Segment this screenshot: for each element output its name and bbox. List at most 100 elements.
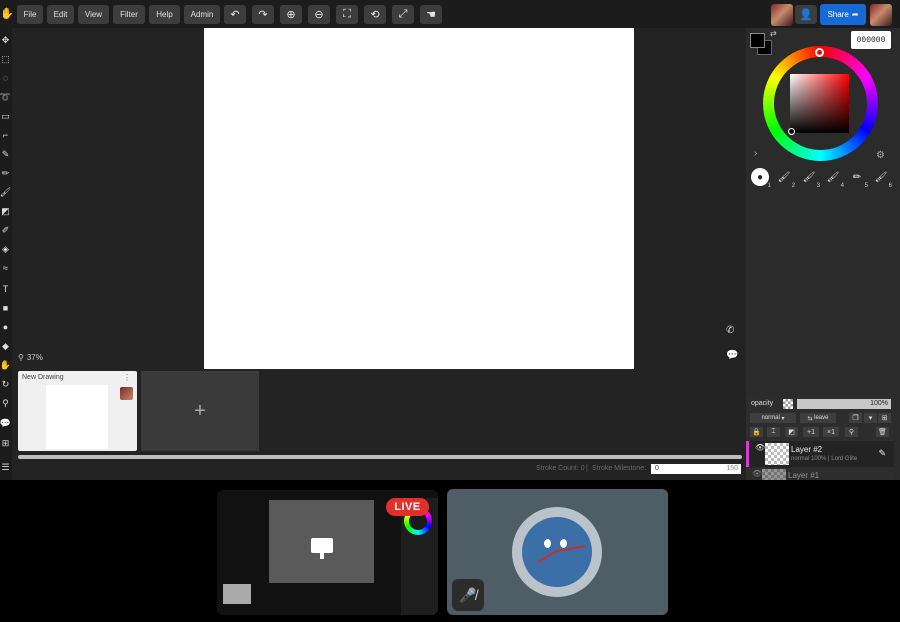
brush-preset-2[interactable]: 🖌 2 xyxy=(775,168,795,190)
crop-icon[interactable]: ▭ xyxy=(0,109,11,123)
eye-icon[interactable]: 👁 xyxy=(755,443,765,452)
move-tool-icon[interactable]: ✥ xyxy=(0,33,11,47)
zoom-indicator[interactable]: ⚲ 37% xyxy=(18,353,43,362)
lock-layer-icon[interactable]: 🔒 xyxy=(750,427,763,437)
ellipse-shape-icon[interactable]: ● xyxy=(0,320,11,334)
edit-menu[interactable]: Edit xyxy=(47,5,74,24)
gradient-icon[interactable]: ≈ xyxy=(0,261,11,275)
chat-icon[interactable]: 💬 xyxy=(726,350,740,364)
help-menu[interactable]: Help xyxy=(149,5,180,24)
rectangle-shape-icon[interactable]: ■ xyxy=(0,301,11,315)
clip-layer-icon[interactable]: ⌶ xyxy=(767,427,780,437)
pencil-icon[interactable]: ✏ xyxy=(0,166,11,180)
ellipse-select-icon[interactable]: ◌ xyxy=(0,71,11,85)
blend-mode-select[interactable]: normal ▾ xyxy=(750,413,796,423)
fullscreen-icon[interactable]: ⤢ xyxy=(392,5,414,24)
layer-thumbnail xyxy=(762,469,786,480)
phone-icon[interactable]: ✆ xyxy=(726,325,740,339)
search-layers-icon[interactable]: ⚲ xyxy=(845,427,858,437)
rotate-icon[interactable]: ⟲ xyxy=(364,5,386,24)
chevron-right-icon[interactable]: › xyxy=(754,148,757,159)
zoom-in-icon[interactable]: ⊕ xyxy=(280,5,302,24)
layer-meta: normal 100% | Lord Glite xyxy=(791,456,858,462)
hand-tool-icon[interactable]: ☚ xyxy=(420,5,442,24)
zoom-out-icon[interactable]: ⊖ xyxy=(308,5,330,24)
share-button[interactable]: Share ➦ xyxy=(820,4,866,25)
comment-icon[interactable]: 💬 xyxy=(0,416,11,430)
rotate-view-icon[interactable]: ↻ xyxy=(0,377,11,391)
add-layer-icon[interactable]: ⊞ xyxy=(878,413,891,423)
participant-avatar xyxy=(512,507,602,597)
panel-toggle-icon[interactable]: ☰ xyxy=(0,460,11,474)
brush-number: 3 xyxy=(816,183,820,189)
primary-color-swatch[interactable] xyxy=(750,33,765,48)
layer-name: Layer #2 xyxy=(791,445,823,454)
pencil-icon[interactable]: ✎ xyxy=(878,448,886,459)
clock-hand xyxy=(537,550,558,563)
duplicate-layer-icon[interactable]: ❐ xyxy=(849,413,862,423)
eye-icon[interactable]: 👁 xyxy=(752,469,762,478)
user-avatar[interactable] xyxy=(771,4,793,26)
layer-item-1[interactable]: 👁 Layer #1 xyxy=(746,467,894,480)
admin-menu[interactable]: Admin xyxy=(184,5,220,24)
drawing-canvas[interactable] xyxy=(204,28,634,369)
mic-muted-icon[interactable]: 🎤̸ xyxy=(452,579,484,611)
horizontal-scrollbar[interactable] xyxy=(18,455,742,459)
smudge-icon[interactable]: ✐ xyxy=(0,223,11,237)
merge-down-icon[interactable]: +1 xyxy=(803,427,819,437)
text-tool-icon[interactable]: T xyxy=(0,282,11,296)
leave-button[interactable]: ⇆ leave xyxy=(800,413,836,423)
transform-icon[interactable]: ⌐ xyxy=(0,128,11,142)
more-options-icon[interactable]: ⋮ xyxy=(123,373,131,382)
layer-menu-icon[interactable]: ▾ xyxy=(864,413,877,423)
add-user-icon[interactable]: 👤 xyxy=(795,5,817,24)
grid-icon[interactable]: ⊞ xyxy=(0,436,11,450)
merge-all-icon[interactable]: ×1 xyxy=(823,427,839,437)
delete-layer-icon[interactable]: 🗑 xyxy=(876,427,889,437)
brush-preset-4[interactable]: 🖌 4 xyxy=(824,168,844,190)
saturation-value-square[interactable] xyxy=(790,74,849,133)
brush-icon[interactable]: 🖌 xyxy=(0,185,11,199)
brush-preset-1[interactable]: ● 1 xyxy=(751,168,771,189)
drawing-title: New Drawing xyxy=(22,374,64,381)
leave-icon: ⇆ xyxy=(807,415,813,422)
hex-color-input[interactable]: 000000 xyxy=(851,31,891,49)
fit-screen-icon[interactable]: ⛶ xyxy=(336,5,358,24)
opacity-slider[interactable]: 100% xyxy=(797,399,891,409)
alpha-lock-icon[interactable] xyxy=(783,399,793,409)
brush-preset-3[interactable]: 🖌 3 xyxy=(800,168,820,190)
gear-icon[interactable]: ⚙ xyxy=(876,150,885,161)
view-menu[interactable]: View xyxy=(78,5,109,24)
monitor-stand xyxy=(320,553,324,559)
layer-item-2[interactable]: 👁 Layer #2 normal 100% | Lord Glite ✎ xyxy=(746,441,894,467)
profile-avatar[interactable] xyxy=(870,4,892,26)
hand-pan-icon[interactable]: ✋ xyxy=(0,358,11,372)
swap-colors-icon[interactable]: ⇄ xyxy=(770,29,777,38)
lasso-icon[interactable]: ➰ xyxy=(0,90,11,104)
opacity-label: opacity xyxy=(751,400,774,407)
stroke-count: Stroke Count: 0 xyxy=(536,465,585,472)
eraser-icon[interactable]: ◩ xyxy=(0,204,11,218)
brush-preset-6[interactable]: 🖌 6 xyxy=(872,168,892,190)
clear-layer-icon[interactable]: ◩ xyxy=(785,427,798,437)
file-menu[interactable]: File xyxy=(17,5,43,24)
leave-label: leave xyxy=(814,415,829,421)
color-handle[interactable] xyxy=(788,128,795,135)
hue-handle[interactable] xyxy=(815,48,824,57)
zoom-tool-icon[interactable]: ⚲ xyxy=(0,396,11,410)
eyedropper-icon[interactable]: ✎ xyxy=(0,147,11,161)
brush-number: 2 xyxy=(791,183,795,189)
shared-thumbnail xyxy=(223,584,251,604)
layer-thumbnail xyxy=(765,443,789,465)
rect-select-icon[interactable]: ⬚ xyxy=(0,52,11,66)
polygon-shape-icon[interactable]: ◆ xyxy=(0,339,11,353)
app-logo-icon[interactable]: ✋ xyxy=(0,7,14,21)
add-drawing-button[interactable]: + xyxy=(141,371,259,451)
brush-preset-5[interactable]: ✏ 5 xyxy=(848,168,868,190)
paint-app: ✋ File Edit View Filter Help Admin ↶ ↷ ⊕… xyxy=(0,0,900,480)
drawing-thumbnail[interactable]: New Drawing ⋮ xyxy=(18,371,137,451)
fill-bucket-icon[interactable]: ◈ xyxy=(0,242,11,256)
undo-icon[interactable]: ↶ xyxy=(224,5,246,24)
filter-menu[interactable]: Filter xyxy=(113,5,145,24)
redo-icon[interactable]: ↷ xyxy=(252,5,274,24)
